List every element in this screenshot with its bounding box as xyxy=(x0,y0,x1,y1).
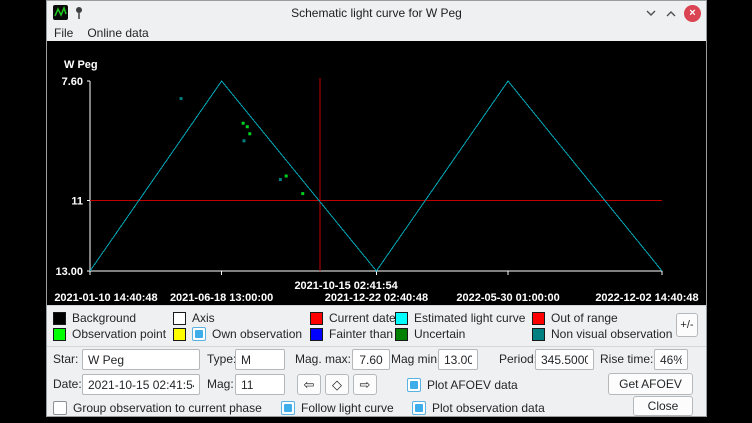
legend-column: Out of range Non visual observation xyxy=(532,310,672,342)
legend-item: Out of range xyxy=(532,310,672,326)
menu-file[interactable]: File xyxy=(47,25,80,41)
observation-point xyxy=(301,192,304,195)
get-afoev-button[interactable]: Get AFOEV data xyxy=(608,373,693,395)
y-tick-label: 11 xyxy=(71,196,83,208)
group-observation-checkbox-row: Group observation to current phase xyxy=(53,397,262,418)
mag-input[interactable] xyxy=(235,374,285,395)
window-title: Schematic light curve for W Peg xyxy=(47,1,706,25)
estimated-light-curve xyxy=(90,81,662,271)
observation-point xyxy=(248,132,251,135)
legend-item: Uncertain xyxy=(395,326,525,342)
plot-area: 2021-01-10 14:40:48 2021-06-18 13:00:00 20… xyxy=(47,41,706,305)
legend-swatch-out-of-range xyxy=(532,312,545,325)
menubar: File Online data xyxy=(47,25,706,41)
x-tick-label: 2022-12-02 14:40:48 xyxy=(595,292,698,304)
non-visual-observation-point xyxy=(242,139,245,142)
mag-min-label: Mag min: xyxy=(391,349,440,370)
plot-afoev-checkbox[interactable] xyxy=(407,378,421,392)
legend-swatch-estimated-light-curve xyxy=(395,312,408,325)
legend-item: Fainter than xyxy=(310,326,396,342)
menu-online-data[interactable]: Online data xyxy=(80,25,155,41)
close-button[interactable]: Close xyxy=(633,396,693,416)
legend-column: Axis Own observation xyxy=(173,310,302,342)
legend-item: Background xyxy=(53,310,166,326)
current-date-label: 2021-10-15 02:41:54 xyxy=(294,280,398,292)
legend-item: Current date xyxy=(310,310,396,326)
date-input[interactable] xyxy=(82,374,200,395)
period-label: Period: xyxy=(499,349,537,370)
star-name-label: W Peg xyxy=(64,59,98,71)
observation-point xyxy=(242,122,245,125)
plot-observation-checkbox-row: Plot observation data xyxy=(412,397,545,418)
legend-swatch-uncertain xyxy=(395,328,408,341)
plot-observation-checkbox[interactable] xyxy=(412,401,426,415)
plot-afoev-checkbox-row: Plot AFOEV data xyxy=(407,374,518,395)
legend-item: Axis xyxy=(173,310,302,326)
non-visual-observation-point xyxy=(180,97,183,100)
non-visual-observation-point xyxy=(279,178,282,181)
plus-minus-button[interactable]: +/- xyxy=(676,313,698,337)
legend-column: Current date Fainter than xyxy=(310,310,396,342)
star-label: Star: xyxy=(53,349,78,370)
pin-icon[interactable] xyxy=(74,6,84,20)
step-back-button[interactable]: ⇦ xyxy=(297,374,321,395)
type-input[interactable] xyxy=(235,349,285,370)
rise-time-label: Rise time: xyxy=(600,349,653,370)
mag-max-input[interactable] xyxy=(352,349,390,370)
legend-column: Background Observation point xyxy=(53,310,166,342)
period-input[interactable] xyxy=(535,349,594,370)
maximize-icon[interactable] xyxy=(664,6,678,20)
mag-max-label: Mag. max: xyxy=(295,349,351,370)
step-forward-button[interactable]: ⇨ xyxy=(353,374,377,395)
legend-column: Estimated light curve Uncertain xyxy=(395,310,525,342)
legend-panel: Background Observation point Axis Own ob… xyxy=(47,305,706,347)
titlebar[interactable]: Schematic light curve for W Peg × xyxy=(47,1,706,25)
date-label: Date: xyxy=(53,374,82,395)
mag-label: Mag: xyxy=(207,374,234,395)
legend-swatch-axis xyxy=(173,312,186,325)
x-tick-label: 2022-05-30 01:00:00 xyxy=(456,292,559,304)
legend-item: Estimated light curve xyxy=(395,310,525,326)
light-curve-plot[interactable]: 2021-01-10 14:40:48 2021-06-18 13:00:00 20… xyxy=(47,41,706,305)
app-window: Schematic light curve for W Peg × File O… xyxy=(46,0,707,417)
legend-item: Observation point xyxy=(53,326,166,342)
legend-swatch-observation-point xyxy=(53,328,66,341)
x-tick-label: 2021-12-22 02:40:48 xyxy=(325,292,428,304)
legend-swatch-background xyxy=(53,312,66,325)
follow-light-curve-checkbox[interactable] xyxy=(281,401,295,415)
y-tick-label: 13.00 xyxy=(55,266,83,278)
legend-swatch-current-date xyxy=(310,312,323,325)
star-input[interactable] xyxy=(82,349,200,370)
rise-time-input[interactable] xyxy=(654,349,688,370)
x-tick-label: 2021-01-10 14:40:48 xyxy=(54,292,157,304)
minimize-icon[interactable] xyxy=(644,6,658,20)
legend-item: Own observation xyxy=(173,326,302,342)
group-observation-checkbox[interactable] xyxy=(53,401,67,415)
legend-item: Non visual observation xyxy=(532,326,672,342)
legend-swatch-non-visual xyxy=(532,328,545,341)
y-tick-label: 7.60 xyxy=(62,76,83,88)
mag-min-input[interactable] xyxy=(438,349,478,370)
observation-point xyxy=(285,175,288,178)
app-icon[interactable] xyxy=(53,5,68,20)
close-window-icon[interactable]: × xyxy=(684,5,701,22)
follow-light-curve-checkbox-row: Follow light curve xyxy=(281,397,394,418)
current-date-button[interactable]: ◇ xyxy=(325,374,349,395)
type-label: Type: xyxy=(207,349,236,370)
observation-point xyxy=(246,125,249,128)
legend-swatch-own-observation xyxy=(173,328,186,341)
own-observation-checkbox[interactable] xyxy=(192,327,206,341)
x-tick-label: 2021-06-18 13:00:00 xyxy=(170,292,273,304)
legend-swatch-fainter-than xyxy=(310,328,323,341)
